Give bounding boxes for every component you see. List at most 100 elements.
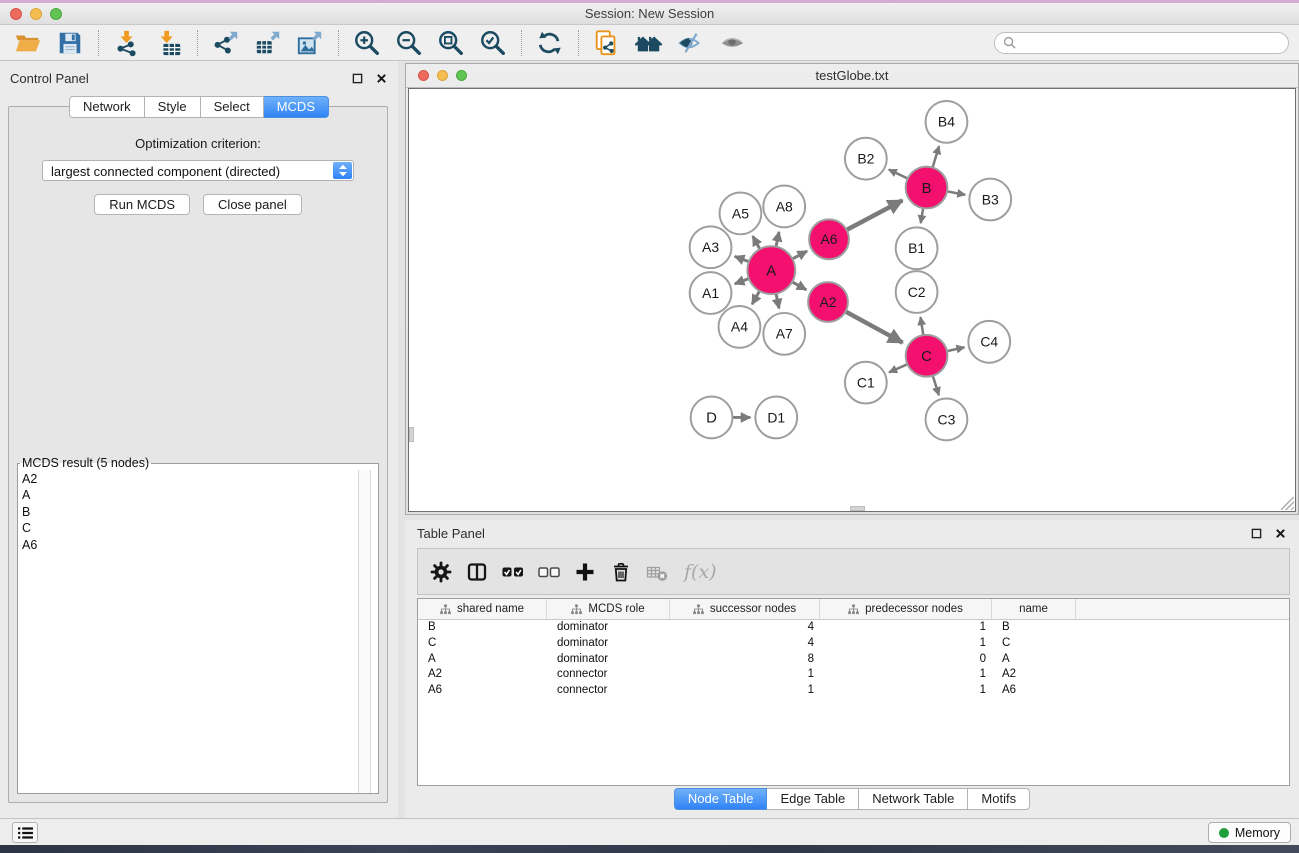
- graph-node-C4[interactable]: [968, 321, 1010, 363]
- column-header-predecessor-nodes[interactable]: predecessor nodes: [820, 599, 992, 619]
- show-panels-button[interactable]: [12, 822, 38, 843]
- table-panel-title: Table Panel: [417, 526, 485, 541]
- table-cell: 1: [820, 683, 992, 699]
- graph-node-D1[interactable]: [755, 397, 797, 439]
- hide-graphics-details-icon[interactable]: [676, 28, 706, 58]
- graph-node-B[interactable]: [906, 167, 948, 209]
- tab-network-table[interactable]: Network Table: [859, 788, 968, 810]
- mcds-result-group: MCDS result (5 nodes) A2ABCA6: [17, 456, 379, 794]
- table-row[interactable]: A2connector11A2: [418, 667, 1289, 683]
- table-settings-icon[interactable]: [430, 561, 452, 583]
- tab-node-table[interactable]: Node Table: [674, 788, 768, 810]
- table-cell: A: [992, 652, 1076, 668]
- tab-network[interactable]: Network: [69, 96, 145, 118]
- refresh-icon[interactable]: [535, 28, 565, 58]
- table-cell: 1: [820, 667, 992, 683]
- tab-select[interactable]: Select: [201, 96, 264, 118]
- mcds-result-title: MCDS result (5 nodes): [20, 456, 151, 470]
- float-panel-icon[interactable]: [350, 71, 364, 85]
- memory-button[interactable]: Memory: [1208, 822, 1291, 843]
- import-network-icon[interactable]: [112, 28, 142, 58]
- table-cell: 1: [670, 683, 820, 699]
- graph-node-B1[interactable]: [896, 227, 938, 269]
- deselect-all-columns-icon[interactable]: [538, 561, 560, 583]
- control-panel-tabs: NetworkStyleSelectMCDS: [0, 96, 398, 118]
- graph-node-D[interactable]: [691, 397, 733, 439]
- export-table-icon[interactable]: [253, 28, 283, 58]
- column-header-mcds-role[interactable]: MCDS role: [547, 599, 670, 619]
- graph-node-C2[interactable]: [896, 271, 938, 313]
- tab-style[interactable]: Style: [145, 96, 201, 118]
- select-all-columns-icon[interactable]: [502, 561, 524, 583]
- graph-node-A2[interactable]: [808, 282, 848, 322]
- run-mcds-button[interactable]: Run MCDS: [94, 194, 190, 215]
- table-row[interactable]: A6connector11A6: [418, 683, 1289, 699]
- result-list-scrollbar[interactable]: [358, 470, 371, 793]
- mcds-result-item[interactable]: A6: [22, 537, 378, 553]
- zoom-fit-icon[interactable]: [436, 28, 466, 58]
- save-session-icon[interactable]: [55, 28, 85, 58]
- import-table-icon[interactable]: [154, 28, 184, 58]
- splitter-handle-bottom[interactable]: [850, 506, 865, 511]
- mcds-result-item[interactable]: A2: [22, 471, 378, 487]
- open-session-icon[interactable]: [13, 28, 43, 58]
- optimization-select[interactable]: largest connected component (directed): [42, 160, 354, 181]
- graph-node-A3[interactable]: [690, 226, 732, 268]
- graph-node-A8[interactable]: [763, 186, 805, 228]
- home-icon[interactable]: [634, 28, 664, 58]
- mcds-result-item[interactable]: A: [22, 487, 378, 503]
- graph-node-A1[interactable]: [690, 272, 732, 314]
- graph-node-B4[interactable]: [926, 101, 968, 143]
- zoom-out-icon[interactable]: [394, 28, 424, 58]
- tab-edge-table[interactable]: Edge Table: [767, 788, 859, 810]
- show-graphics-details-icon[interactable]: [718, 28, 748, 58]
- close-table-panel-icon[interactable]: [1273, 526, 1287, 540]
- graph-node-A5[interactable]: [720, 193, 762, 235]
- network-from-selection-icon[interactable]: [592, 28, 622, 58]
- network-canvas[interactable]: AA1A2A3A4A5A6A7A8BB1B2B3B4CC1C2C3C4DD1: [408, 88, 1296, 512]
- resize-grip-icon[interactable]: [1281, 497, 1294, 510]
- splitter-handle-left[interactable]: [409, 427, 414, 442]
- graph-node-A[interactable]: [747, 246, 795, 294]
- close-panel-icon[interactable]: [374, 71, 388, 85]
- memory-label: Memory: [1235, 826, 1280, 840]
- export-network-icon[interactable]: [211, 28, 241, 58]
- graph-node-A4[interactable]: [719, 306, 761, 348]
- zoom-in-icon[interactable]: [352, 28, 382, 58]
- graph-node-B2[interactable]: [845, 138, 887, 180]
- mcds-result-item[interactable]: C: [22, 520, 378, 536]
- table-cell: A2: [418, 667, 547, 683]
- zoom-selected-icon[interactable]: [478, 28, 508, 58]
- apply-function-icon[interactable]: f(x): [684, 561, 717, 583]
- graph-node-C3[interactable]: [926, 399, 968, 441]
- graph-node-A7[interactable]: [763, 313, 805, 355]
- network-window-titlebar[interactable]: testGlobe.txt: [406, 64, 1298, 88]
- table-cell: 0: [820, 652, 992, 668]
- table-cell: 1: [820, 636, 992, 652]
- delete-table-icon[interactable]: [646, 561, 668, 583]
- table-row[interactable]: Adominator80A: [418, 652, 1289, 668]
- close-panel-button[interactable]: Close panel: [203, 194, 302, 215]
- delete-columns-icon[interactable]: [610, 561, 632, 583]
- float-table-panel-icon[interactable]: [1249, 526, 1263, 540]
- application-window: Session: New Session: [0, 0, 1299, 853]
- node-table-body: Bdominator41BCdominator41CAdominator80AA…: [418, 620, 1289, 699]
- search-input[interactable]: [1016, 36, 1280, 50]
- table-row[interactable]: Bdominator41B: [418, 620, 1289, 636]
- table-row[interactable]: Cdominator41C: [418, 636, 1289, 652]
- column-header-successor-nodes[interactable]: successor nodes: [670, 599, 820, 619]
- graph-node-C[interactable]: [906, 335, 948, 377]
- graph-node-B3[interactable]: [969, 179, 1011, 221]
- graph-node-A6[interactable]: [809, 219, 849, 259]
- node-table: shared nameMCDS rolesuccessor nodesprede…: [417, 598, 1290, 786]
- column-header-shared-name[interactable]: shared name: [418, 599, 547, 619]
- column-header-name[interactable]: name: [992, 599, 1076, 619]
- graph-node-C1[interactable]: [845, 362, 887, 404]
- tab-motifs[interactable]: Motifs: [968, 788, 1030, 810]
- tab-mcds[interactable]: MCDS: [264, 96, 329, 118]
- export-image-icon[interactable]: [295, 28, 325, 58]
- show-columns-icon[interactable]: [466, 561, 488, 583]
- add-column-icon[interactable]: [574, 561, 596, 583]
- mcds-result-item[interactable]: B: [22, 504, 378, 520]
- table-panel-tabs: Node TableEdge TableNetwork TableMotifs: [405, 788, 1299, 810]
